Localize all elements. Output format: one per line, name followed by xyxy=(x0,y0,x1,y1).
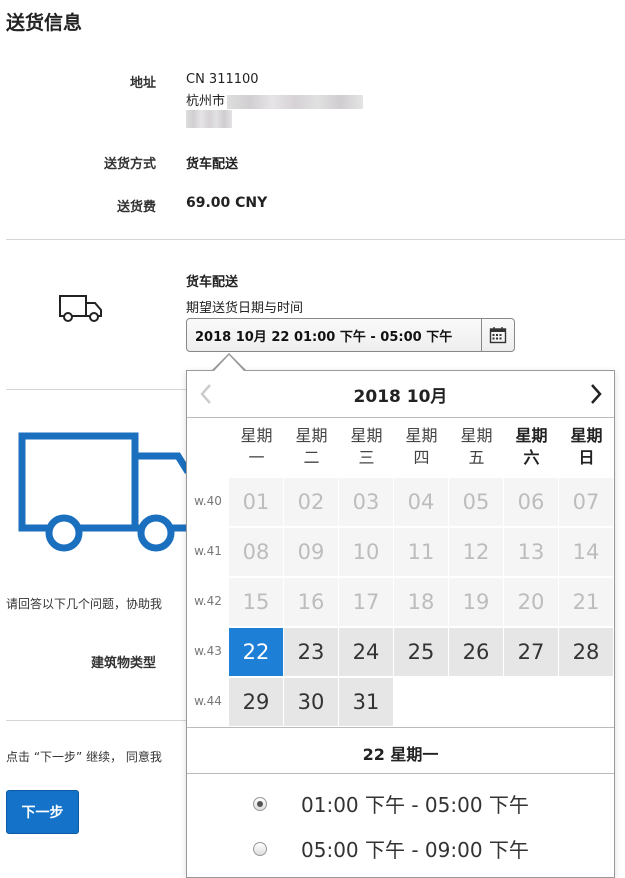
week-number: w.42 xyxy=(194,594,222,608)
calendar-day: 13 xyxy=(504,528,558,576)
redacted-address xyxy=(227,94,364,109)
next-month-button[interactable] xyxy=(579,377,613,411)
divider xyxy=(187,727,614,728)
weekday-header: 星期一 xyxy=(229,417,284,477)
address-city: 杭州市 xyxy=(186,94,226,109)
date-picker-popup: 2018 10月 星期一星期二星期三星期四星期五星期六星期日 w.40 01 02 0… xyxy=(186,370,615,878)
week-number: w.41 xyxy=(194,544,222,558)
address-line1: CN 311100 xyxy=(186,72,259,87)
calendar-day[interactable]: 26 xyxy=(449,628,503,676)
method-value: 货车配送 xyxy=(186,157,239,172)
chevron-left-icon xyxy=(200,384,211,404)
address-line2: 杭州市 xyxy=(186,90,364,109)
time-slot-label: 05:00 下午 - 09:00 下午 xyxy=(301,838,529,862)
divider xyxy=(187,773,614,774)
weekday-header-line2: 日 xyxy=(578,448,595,467)
calendar-day: 09 xyxy=(284,528,338,576)
delivery-date-value: 2018 10月 22 01:00 下午 - 05:00 下午 xyxy=(195,329,453,345)
consent-text: 点击 “下一步” 继续， 同意我 xyxy=(6,750,162,764)
weekday-header: 星期五 xyxy=(449,417,504,477)
week-number: w.43 xyxy=(194,644,222,658)
delivery-date-field[interactable]: 2018 10月 22 01:00 下午 - 05:00 下午 xyxy=(186,318,515,352)
survey-intro: 请回答以下几个问题，协助我 xyxy=(6,597,163,611)
weekday-header-line1: 星期 xyxy=(350,426,383,445)
calendar-day-selected[interactable]: 22 xyxy=(229,628,283,676)
calendar-day[interactable]: 28 xyxy=(559,628,613,676)
week-number: w.40 xyxy=(194,494,222,508)
calendar-day: 17 xyxy=(339,578,393,626)
weekday-header-line1: 星期 xyxy=(295,426,328,445)
weekday-header: 星期六 xyxy=(504,417,559,477)
calendar-day: 03 xyxy=(339,478,393,526)
calendar-day: 12 xyxy=(449,528,503,576)
calendar-day[interactable]: 23 xyxy=(284,628,338,676)
divider xyxy=(6,239,625,240)
redacted-address-2 xyxy=(186,110,232,128)
weekday-header-line1: 星期 xyxy=(460,426,493,445)
calendar-day: 18 xyxy=(394,578,448,626)
calendar-day[interactable]: 27 xyxy=(504,628,558,676)
fee-value: 69.00 CNY xyxy=(186,195,268,211)
weekday-header-line2: 五 xyxy=(468,448,485,467)
chevron-right-icon xyxy=(591,384,602,404)
time-slot-option[interactable]: 01:00 下午 - 05:00 下午 xyxy=(253,789,529,818)
calendar-day[interactable]: 25 xyxy=(394,628,448,676)
calendar-day: 05 xyxy=(449,478,503,526)
fee-label: 送货费 xyxy=(116,200,156,215)
method-label: 送货方式 xyxy=(103,157,156,172)
weekday-header: 星期二 xyxy=(284,417,339,477)
popup-arrow-inner xyxy=(214,355,244,371)
calendar-day: 14 xyxy=(559,528,613,576)
delivery-heading: 货车配送 xyxy=(186,275,239,290)
page-title: 送货信息 xyxy=(6,12,83,34)
weekday-header: 星期四 xyxy=(394,417,449,477)
weekday-header-line2: 四 xyxy=(413,448,430,467)
prev-month-button[interactable] xyxy=(189,377,223,411)
selected-day-label: 22 星期一 xyxy=(362,745,439,764)
calendar-icon[interactable] xyxy=(481,319,514,351)
time-slot-option[interactable]: 05:00 下午 - 09:00 下午 xyxy=(253,834,529,863)
weekday-header-line1: 星期 xyxy=(570,426,603,445)
time-slot-label: 01:00 下午 - 05:00 下午 xyxy=(301,793,529,817)
delivery-subheading: 期望送货日期与时间 xyxy=(186,301,304,316)
next-button[interactable]: 下一步 xyxy=(6,790,79,834)
calendar-day: 04 xyxy=(394,478,448,526)
weekday-header-line1: 星期 xyxy=(405,426,438,445)
weekday-header-line1: 星期 xyxy=(515,426,548,445)
weekday-header-line2: 三 xyxy=(358,448,375,467)
calendar-day: 16 xyxy=(284,578,338,626)
weekday-header: 星期三 xyxy=(339,417,394,477)
weekday-header-line2: 二 xyxy=(303,448,320,467)
calendar-day: 10 xyxy=(339,528,393,576)
truck-illustration-icon xyxy=(18,432,188,552)
week-number: w.44 xyxy=(194,694,222,708)
calendar-day: 06 xyxy=(504,478,558,526)
calendar-day: 21 xyxy=(559,578,613,626)
calendar-day: 20 xyxy=(504,578,558,626)
calendar-day[interactable]: 24 xyxy=(339,628,393,676)
calendar-day: 01 xyxy=(229,478,283,526)
building-type-label: 建筑物类型 xyxy=(90,656,156,671)
calendar-day: 02 xyxy=(284,478,338,526)
time-slot-radio[interactable] xyxy=(253,841,267,856)
calendar-day: 11 xyxy=(394,528,448,576)
calendar-day: 15 xyxy=(229,578,283,626)
weekday-header-line2: 一 xyxy=(248,448,265,467)
calendar-day: 07 xyxy=(559,478,613,526)
calendar-day[interactable]: 30 xyxy=(284,678,338,726)
weekday-header-line2: 六 xyxy=(523,448,540,467)
calendar-day[interactable]: 29 xyxy=(229,678,283,726)
calendar-day[interactable]: 31 xyxy=(339,678,393,726)
divider xyxy=(6,389,186,390)
address-label: 地址 xyxy=(129,76,156,91)
weekday-header: 星期日 xyxy=(559,417,614,477)
calendar-day: 08 xyxy=(229,528,283,576)
calendar-day: 19 xyxy=(449,578,503,626)
calendar-month-label: 2018 10月 xyxy=(353,386,448,407)
weekday-header-line1: 星期 xyxy=(240,426,273,445)
time-slot-radio[interactable] xyxy=(253,796,267,811)
truck-icon xyxy=(59,295,102,322)
divider xyxy=(6,720,186,721)
